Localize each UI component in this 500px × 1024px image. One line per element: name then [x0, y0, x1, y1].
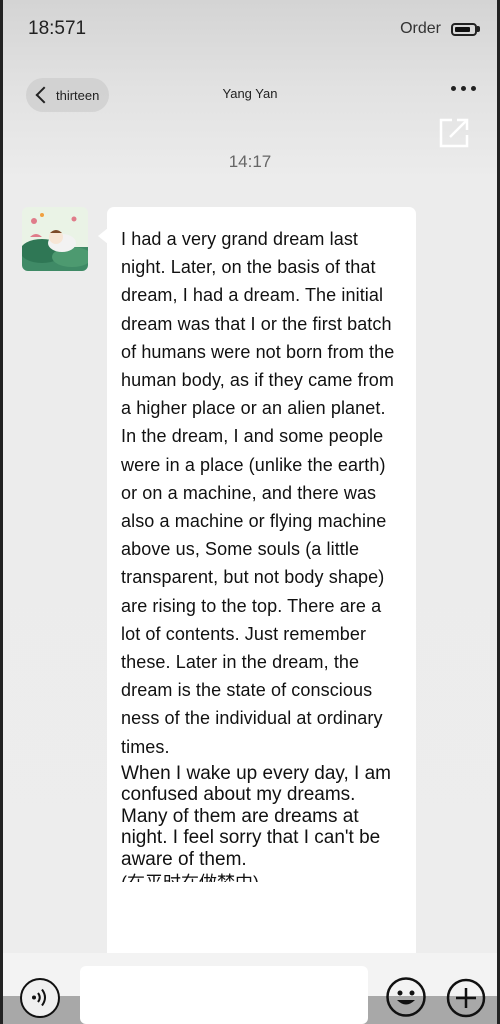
- voice-button[interactable]: [20, 978, 60, 1018]
- more-dot-icon: [471, 86, 476, 91]
- status-right: Order: [400, 20, 480, 38]
- more-dot-icon: [461, 86, 466, 91]
- plus-circle-icon[interactable]: [446, 978, 486, 1018]
- nav-bar: thirteen Yang Yan: [0, 72, 500, 116]
- more-button[interactable]: [451, 86, 476, 91]
- chat-screen: 18:571 Order thirteen Yang Yan 14:17 I h…: [0, 0, 500, 1024]
- emoji-icon[interactable]: [385, 976, 427, 1018]
- message-input[interactable]: [80, 966, 368, 1024]
- more-dot-icon: [451, 86, 456, 91]
- avatar[interactable]: [22, 207, 88, 271]
- status-time: 18:571: [28, 18, 87, 39]
- screen-edge-left: [0, 0, 3, 1024]
- status-bar: 18:571 Order: [0, 0, 500, 60]
- message-timestamp: 14:17: [228, 152, 272, 171]
- battery-icon: [451, 22, 480, 36]
- message-paragraph: I had a very grand dream last night. Lat…: [121, 229, 395, 757]
- message-paragraph: When I wake up every day, I am confused …: [121, 762, 391, 870]
- avatar-image: [22, 207, 88, 271]
- status-label: Order: [400, 20, 441, 37]
- chat-title: Yang Yan: [222, 86, 278, 101]
- message-cutoff-line: (在平时在做梦中): [121, 870, 402, 882]
- voice-icon: [32, 988, 46, 1007]
- message-cutoff-text: (在平时在做梦中): [121, 873, 259, 882]
- message-bubble[interactable]: I had a very grand dream last night. Lat…: [107, 207, 416, 987]
- share-external-icon[interactable]: [437, 116, 471, 150]
